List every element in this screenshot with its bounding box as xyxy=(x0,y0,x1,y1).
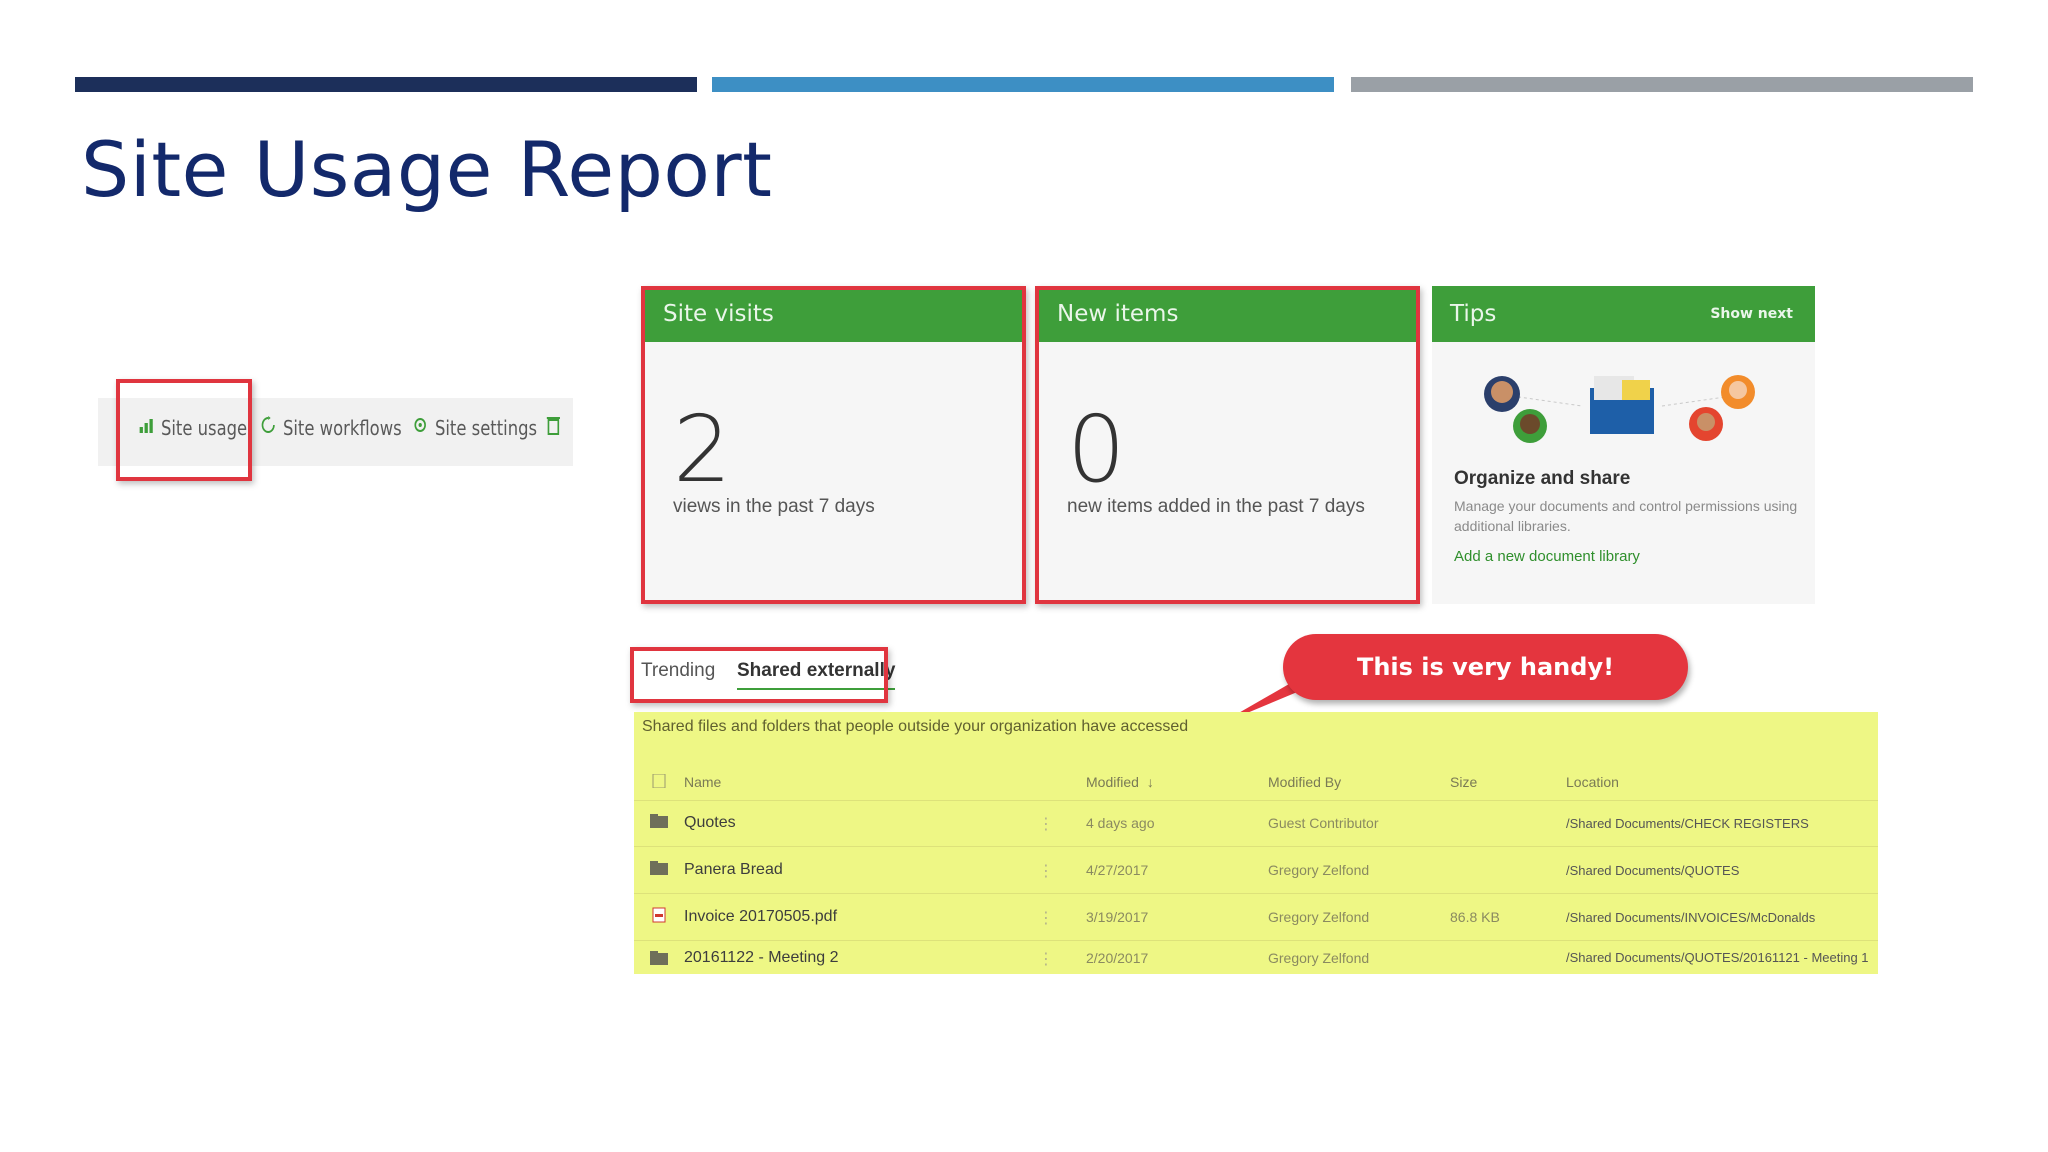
table-row[interactable]: 20161122 - Meeting 2 ⋮ 2/20/2017 Gregory… xyxy=(634,941,1878,974)
trash-icon xyxy=(546,415,561,440)
gear-icon xyxy=(412,415,428,440)
row-name[interactable]: Invoice 20170505.pdf xyxy=(684,894,837,940)
site-usage-highlight xyxy=(116,379,252,481)
row-name[interactable]: 20161122 - Meeting 2 xyxy=(684,941,838,974)
row-modified: 2/20/2017 xyxy=(1086,949,1149,966)
col-modified[interactable]: Modified ↓ xyxy=(1086,764,1154,800)
accent-bar-blue xyxy=(712,77,1334,92)
organize-illustration xyxy=(1484,375,1755,443)
table-row[interactable]: Panera Bread ⋮ 4/27/2017 Gregory Zelfond… xyxy=(634,847,1878,894)
folder-icon xyxy=(650,861,668,875)
row-modified-by: Guest Contributor xyxy=(1268,815,1379,831)
row-modified-by: Gregory Zelfond xyxy=(1268,949,1370,966)
site-settings-link[interactable]: Site settings xyxy=(412,415,537,440)
table-header: Name Modified ↓ Modified By Size Locatio… xyxy=(634,764,1878,801)
tips-description: Manage your documents and control permis… xyxy=(1454,498,1798,534)
more-options-icon[interactable]: ⋮ xyxy=(1038,814,1054,834)
col-location[interactable]: Location xyxy=(1566,764,1619,800)
file-type-icon xyxy=(652,774,666,788)
shared-description: Shared files and folders that people out… xyxy=(642,718,1189,735)
new-items-highlight xyxy=(1035,286,1420,604)
table-row[interactable]: Quotes ⋮ 4 days ago Guest Contributor /S… xyxy=(634,800,1878,847)
accent-bar-dark xyxy=(75,77,697,92)
col-name[interactable]: Name xyxy=(684,764,721,800)
accent-bar-gray xyxy=(1351,77,1973,92)
site-workflows-link[interactable]: Site workflows xyxy=(260,415,402,440)
add-document-library-link[interactable]: Add a new document library xyxy=(1454,548,1640,565)
handy-callout: This is very handy! xyxy=(1283,634,1688,700)
col-modified-by[interactable]: Modified By xyxy=(1268,764,1341,800)
tips-heading: Organize and share xyxy=(1454,468,1631,489)
tabs-highlight xyxy=(630,647,888,703)
pdf-icon xyxy=(652,907,666,923)
tips-label: Tips xyxy=(1450,301,1497,327)
more-options-icon[interactable]: ⋮ xyxy=(1038,908,1054,928)
tips-card: Tips Show next Organize and share Manage… xyxy=(1432,286,1815,604)
col-size[interactable]: Size xyxy=(1450,764,1477,800)
delete-site-button[interactable] xyxy=(546,415,561,440)
row-name[interactable]: Panera Bread xyxy=(684,847,783,893)
row-location: /Shared Documents/INVOICES/McDonalds xyxy=(1566,909,1816,925)
shared-externally-panel: Shared files and folders that people out… xyxy=(634,712,1878,974)
table-row[interactable]: Invoice 20170505.pdf ⋮ 3/19/2017 Gregory… xyxy=(634,894,1878,941)
refresh-icon xyxy=(260,415,276,440)
folder-icon xyxy=(650,814,668,828)
row-modified: 3/19/2017 xyxy=(1086,909,1149,925)
slide-title: Site Usage Report xyxy=(81,125,773,214)
show-next-link[interactable]: Show next xyxy=(1710,286,1793,342)
row-modified-by: Gregory Zelfond xyxy=(1268,909,1370,925)
more-options-icon[interactable]: ⋮ xyxy=(1038,861,1054,881)
site-settings-label: Site settings xyxy=(434,415,538,440)
folder-icon xyxy=(650,951,668,965)
row-size: 86.8 KB xyxy=(1450,909,1500,925)
row-location: /Shared Documents/CHECK REGISTERS xyxy=(1566,815,1809,831)
row-name[interactable]: Quotes xyxy=(684,800,736,846)
sort-down-icon: ↓ xyxy=(1146,774,1154,790)
row-modified: 4 days ago xyxy=(1086,815,1155,831)
row-modified-by: Gregory Zelfond xyxy=(1268,862,1370,878)
row-location: /Shared Documents/QUOTES/20161121 - Meet… xyxy=(1566,950,1869,965)
site-visits-highlight xyxy=(641,286,1026,604)
site-workflows-label: Site workflows xyxy=(282,415,402,440)
row-location: /Shared Documents/QUOTES xyxy=(1566,862,1740,878)
row-modified: 4/27/2017 xyxy=(1086,862,1149,878)
col-modified-label: Modified xyxy=(1086,774,1139,790)
tips-title: Tips Show next xyxy=(1432,286,1815,342)
more-options-icon[interactable]: ⋮ xyxy=(1038,949,1054,969)
